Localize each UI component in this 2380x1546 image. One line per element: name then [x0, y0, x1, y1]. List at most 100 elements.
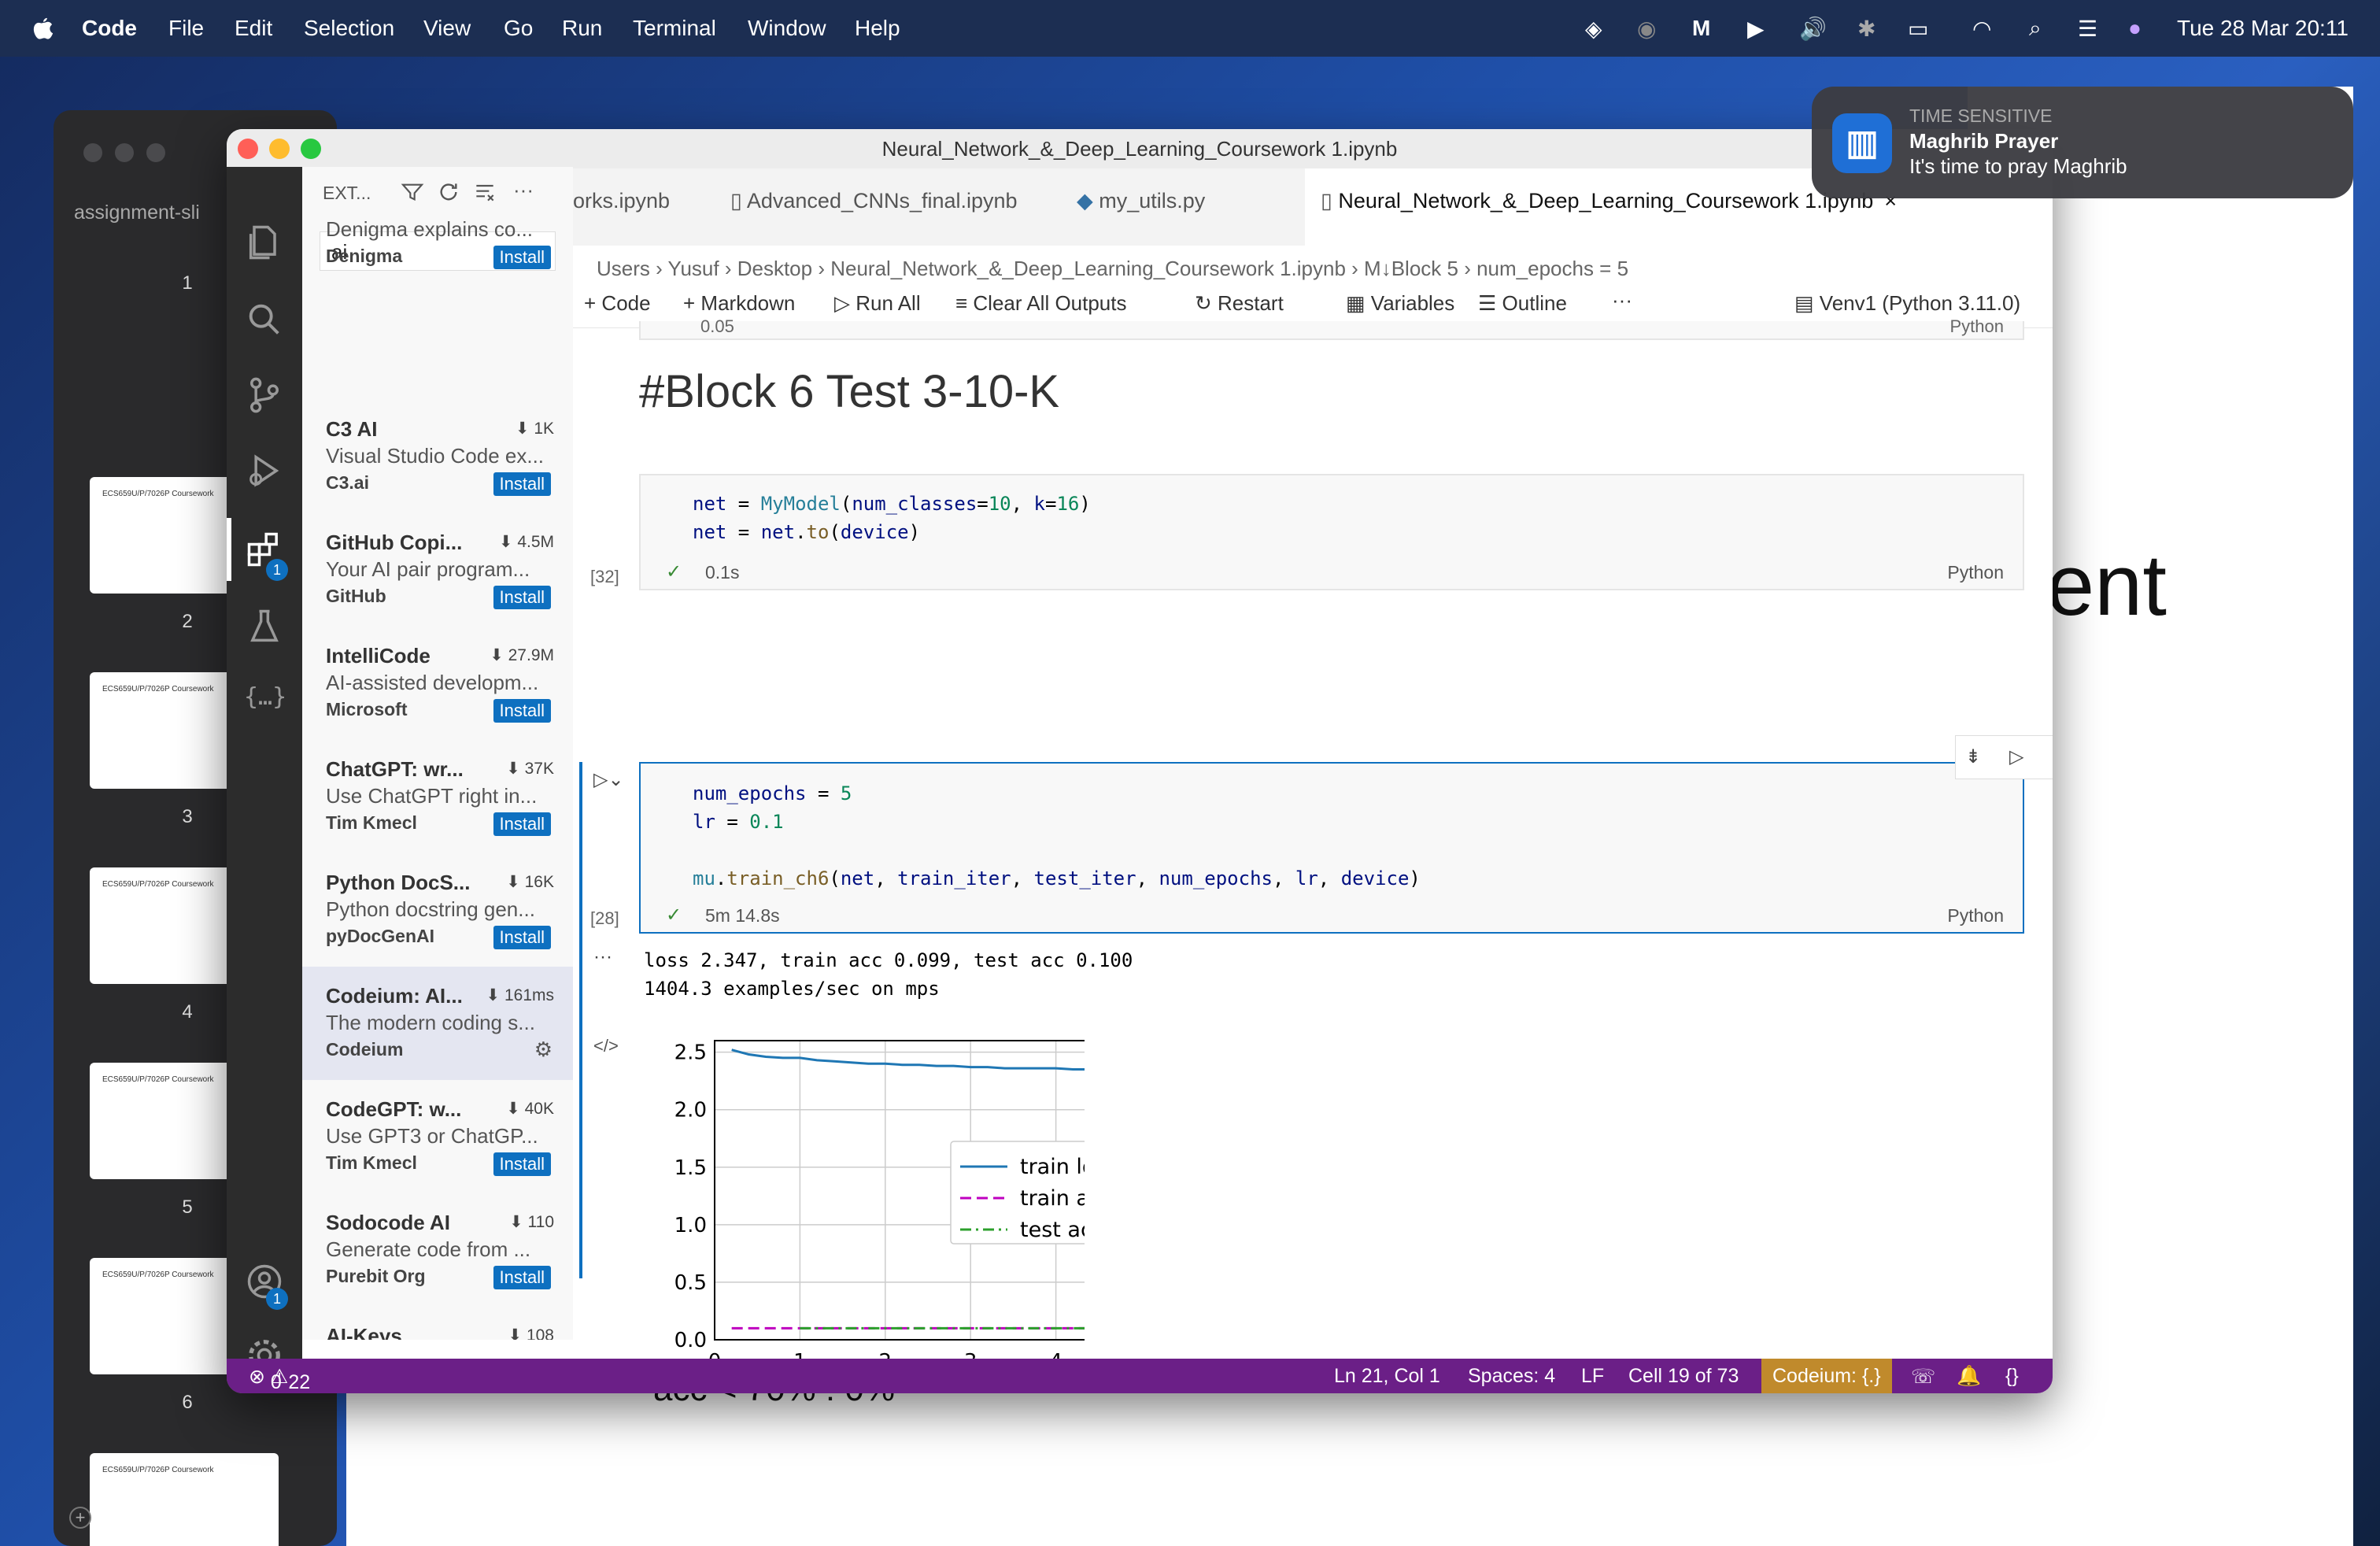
end-of-line[interactable]: LF	[1581, 1365, 1604, 1388]
install-button[interactable]: Install	[493, 812, 551, 836]
problems-indicator[interactable]: ⊗ 0 ⚠ 22	[249, 1365, 310, 1393]
menu-help[interactable]: Help	[855, 16, 900, 41]
run-all-button[interactable]: ▷ Run All	[834, 291, 921, 316]
control-center-icon[interactable]: ☰	[2078, 16, 2097, 42]
cell-indicator[interactable]: Cell 19 of 73	[1628, 1365, 1739, 1388]
extension-item[interactable]: Python DocS... ⬇ 16K Python docstring gen.…	[302, 853, 573, 967]
bluetooth-icon[interactable]: ✱	[1857, 16, 1876, 42]
extension-item[interactable]: Codeium: AI... ⬇ 161ms The modern coding s…	[302, 967, 573, 1080]
install-button[interactable]: Install	[493, 1266, 551, 1289]
outline-button[interactable]: ☰ Outline	[1478, 291, 1567, 316]
close-dot[interactable]	[83, 143, 102, 162]
code-line[interactable]: net = net.to(device)	[693, 521, 920, 543]
filter-icon[interactable]	[400, 179, 425, 205]
code-cell-28[interactable]: num_epochs = 5 lr = 0.1 mu.train_ch6(net…	[639, 762, 2024, 934]
kernel-picker[interactable]: ▤ Venv1 (Python 3.11.0)	[1794, 291, 2020, 316]
install-button[interactable]: Install	[493, 586, 551, 609]
breadcrumb-yusuf[interactable]: Yusuf	[668, 257, 719, 280]
app-menu[interactable]: Code	[82, 16, 137, 41]
siri-icon[interactable]: ●	[2128, 16, 2142, 41]
code-line[interactable]: num_epochs = 5	[693, 782, 852, 804]
notifications-bell-icon[interactable]: 🔔	[1957, 1365, 1981, 1388]
code-cell-32[interactable]: net = MyModel(num_classes=10, k=16) net …	[639, 474, 2024, 590]
layers-icon[interactable]: ◈	[1585, 16, 1602, 42]
play-icon[interactable]: ▶	[1747, 16, 1765, 42]
battery-icon[interactable]: ▭	[1908, 16, 1928, 42]
slide-thumbnail[interactable]: ECS659U/P/7026P Coursework	[90, 1453, 279, 1546]
menu-selection[interactable]: Selection	[304, 16, 394, 41]
tab-works[interactable]: orks.ipynb	[573, 168, 715, 247]
breadcrumb-block[interactable]: M↓Block 5	[1364, 257, 1458, 280]
more-actions-icon[interactable]: ···	[513, 178, 534, 202]
extension-item[interactable]: ChatGPT: wr... ⬇ 37K Use ChatGPT right in.…	[302, 740, 573, 853]
code-line[interactable]: net = MyModel(num_classes=10, k=16)	[693, 493, 1091, 515]
menu-terminal[interactable]: Terminal	[633, 16, 716, 41]
code-line[interactable]: lr = 0.1	[693, 811, 784, 833]
extension-item[interactable]: Sodocode AI ⬇ 110 Generate code from ... Pu…	[302, 1193, 573, 1307]
explorer-icon[interactable]	[244, 222, 285, 263]
testing-flask-icon[interactable]	[244, 606, 285, 647]
extension-item[interactable]: Denigma explains co... Denigma Install	[302, 217, 573, 331]
code-line[interactable]: mu.train_ch6(net, train_iter, test_iter,…	[693, 867, 1421, 890]
install-button[interactable]: Install	[493, 699, 551, 723]
extension-item[interactable]: CodeGPT: w... ⬇ 40K Use GPT3 or ChatGP... T…	[302, 1080, 573, 1193]
execute-above-icon[interactable]: ⇟	[1965, 745, 1981, 768]
menu-run[interactable]: Run	[562, 16, 602, 41]
zoom-dot[interactable]	[146, 143, 165, 162]
extension-item[interactable]: C3 AI ⬇ 1K Visual Studio Code ex... C3.ai In…	[302, 400, 573, 513]
volume-icon[interactable]: 🔊	[1799, 16, 1827, 42]
refresh-icon[interactable]	[436, 179, 461, 205]
menu-go[interactable]: Go	[504, 16, 533, 41]
menu-window[interactable]: Window	[748, 16, 826, 41]
braces-icon[interactable]: {}	[2005, 1365, 2019, 1388]
extension-item[interactable]: AI-Keys⬇ 108Connect to generativ...tomco…	[302, 1307, 573, 1340]
install-button[interactable]: Install	[493, 246, 551, 269]
markdown-heading[interactable]: #Block 6 Test 3-10-K	[639, 365, 1059, 418]
minimize-dot[interactable]	[115, 143, 134, 162]
install-button[interactable]: Install	[493, 472, 551, 496]
add-slide-icon[interactable]: +	[69, 1507, 91, 1529]
malwarebytes-icon[interactable]: M	[1692, 16, 1710, 41]
clock[interactable]: Tue 28 Mar 20:11	[2177, 16, 2349, 41]
cell-language[interactable]: Python	[1947, 905, 2004, 926]
cell-language[interactable]: Python	[1947, 562, 2004, 583]
cursor-position[interactable]: Ln 21, Col 1	[1334, 1365, 1440, 1388]
breadcrumb-users[interactable]: Users	[597, 257, 650, 280]
install-button[interactable]: Install	[493, 926, 551, 949]
notification-banner[interactable]: ▥ TIME SENSITIVE Maghrib Prayer It's tim…	[1812, 87, 2353, 198]
execute-cell-icon[interactable]: ▷	[2009, 745, 2023, 768]
extension-item[interactable]: GitHub Copi... ⬇ 4.5M Your AI pair program…	[302, 513, 573, 627]
airdrop-icon[interactable]: ◉	[1637, 16, 1656, 42]
restart-button[interactable]: ↻ Restart	[1195, 291, 1284, 316]
install-button[interactable]: Install	[493, 1152, 551, 1176]
add-markdown-button[interactable]: + Markdown	[683, 291, 795, 316]
feedback-icon[interactable]: ☏	[1911, 1365, 1935, 1389]
output-mimetype-icon[interactable]: </>	[593, 1036, 619, 1056]
manage-gear-icon[interactable]: ⚙	[534, 1037, 552, 1062]
run-cell-icon[interactable]: ▷⌄	[593, 768, 624, 791]
breadcrumb-desktop[interactable]: Desktop	[737, 257, 812, 280]
search-icon[interactable]	[244, 299, 285, 340]
menu-view[interactable]: View	[423, 16, 471, 41]
more-toolbar-icon[interactable]: ···	[1612, 288, 1632, 313]
menu-file[interactable]: File	[168, 16, 204, 41]
run-debug-icon[interactable]	[244, 450, 285, 491]
output-more-icon[interactable]: ···	[593, 946, 612, 968]
variables-button[interactable]: ▦ Variables	[1346, 291, 1454, 316]
codeium-status[interactable]: Codeium: {.}	[1761, 1359, 1892, 1393]
add-code-button[interactable]: + Code	[584, 291, 651, 316]
source-control-icon[interactable]	[244, 375, 285, 416]
spotlight-icon[interactable]: ⌕	[2029, 16, 2042, 42]
extension-item[interactable]: IntelliCode ⬇ 27.9M AI-assisted developm..…	[302, 627, 573, 740]
apple-icon[interactable]	[31, 14, 55, 41]
clear-outputs-button[interactable]: ≡ Clear All Outputs	[955, 291, 1127, 316]
indentation[interactable]: Spaces: 4	[1468, 1365, 1555, 1388]
clear-list-icon[interactable]	[472, 179, 497, 205]
tab-advanced-cnns[interactable]: ▯ Advanced_CNNs_final.ipynb	[715, 168, 1061, 247]
breadcrumb-symbol[interactable]: num_epochs = 5	[1476, 257, 1628, 280]
tab-my-utils[interactable]: ◆ my_utils.py	[1061, 168, 1297, 247]
breadcrumb-file[interactable]: Neural_Network_&_Deep_Learning_Coursewor…	[830, 257, 1346, 280]
wifi-icon[interactable]: ◠	[1972, 16, 1991, 42]
json-braces-icon[interactable]: {…}	[244, 683, 286, 724]
menu-edit[interactable]: Edit	[235, 16, 272, 41]
